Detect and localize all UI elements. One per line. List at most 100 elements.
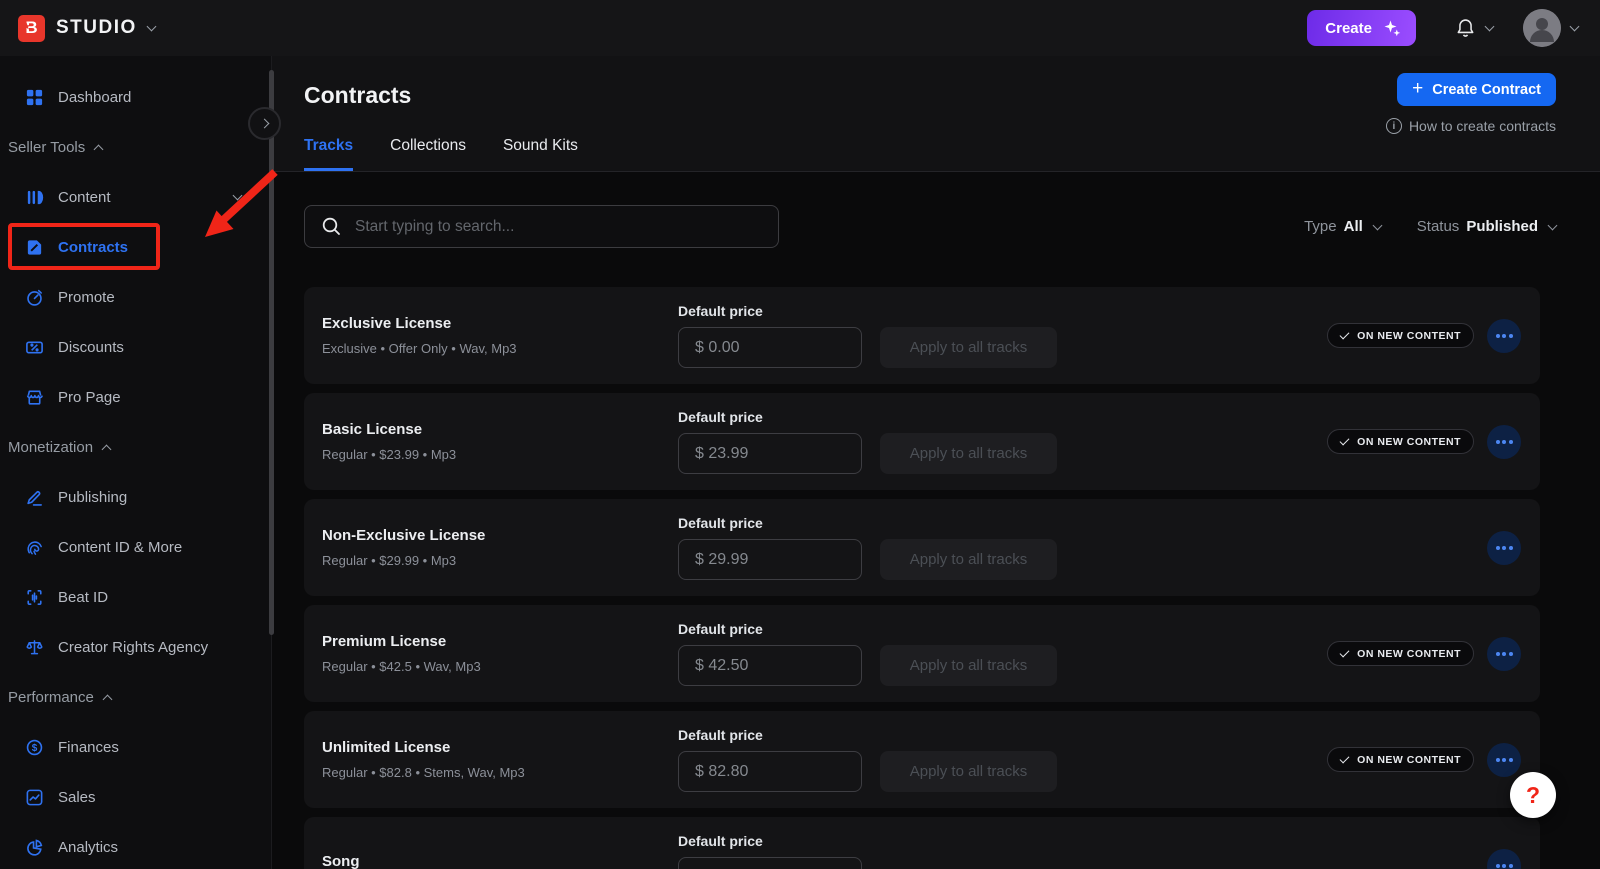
sidebar-item-label: Analytics <box>58 839 118 856</box>
chevron-down-icon <box>233 191 243 201</box>
tab-sound-kits[interactable]: Sound Kits <box>503 137 578 171</box>
account-menu[interactable] <box>1523 9 1578 47</box>
info-icon: i <box>1386 118 1402 134</box>
brand-name: STUDIO <box>56 17 137 39</box>
sidebar: Dashboard Seller Tools Content <box>0 56 272 869</box>
page-title: Contracts <box>304 82 411 109</box>
sidebar-section-performance[interactable]: Performance <box>0 672 271 722</box>
sidebar-item-label: Dashboard <box>58 89 131 106</box>
sidebar-item-discounts[interactable]: Discounts <box>0 322 271 372</box>
discounts-icon <box>24 337 45 358</box>
toolbar: Type All Status Published <box>304 205 1556 248</box>
default-price-input[interactable] <box>678 857 862 869</box>
search-icon <box>321 216 342 237</box>
apply-to-all-tracks-button[interactable]: Apply to all tracks <box>880 645 1057 686</box>
sidebar-item-analytics[interactable]: Analytics <box>0 822 271 869</box>
status-filter[interactable]: Status Published <box>1417 218 1556 235</box>
tab-tracks[interactable]: Tracks <box>304 137 353 171</box>
default-price-input[interactable] <box>678 751 862 792</box>
sidebar-item-creator-rights-agency[interactable]: Creator Rights Agency <box>0 622 271 672</box>
sidebar-item-pro-page[interactable]: Pro Page <box>0 372 271 422</box>
chevron-down-icon <box>146 22 156 32</box>
chevron-down-icon <box>1372 220 1382 230</box>
sidebar-section-seller-tools[interactable]: Seller Tools <box>0 122 271 172</box>
tab-collections[interactable]: Collections <box>390 137 466 171</box>
apply-to-all-tracks-button[interactable]: Apply to all tracks <box>880 327 1057 368</box>
sidebar-item-label: Beat ID <box>58 589 108 606</box>
chevron-down-icon <box>1548 220 1558 230</box>
sidebar-item-beat-id[interactable]: Beat ID <box>0 572 271 622</box>
sidebar-item-publishing[interactable]: Publishing <box>0 472 271 522</box>
row-menu-button[interactable] <box>1487 849 1521 869</box>
sidebar-item-promote[interactable]: Promote <box>0 272 271 322</box>
license-title: Unlimited License <box>322 739 678 756</box>
apply-to-all-tracks-button[interactable]: Apply to all tracks <box>880 751 1057 792</box>
sidebar-item-dashboard[interactable]: Dashboard <box>0 72 271 122</box>
sparkles-icon <box>1381 18 1402 39</box>
check-icon <box>1340 753 1350 763</box>
dots-icon <box>1496 334 1500 338</box>
sidebar-item-sales[interactable]: Sales <box>0 772 271 822</box>
default-price-label: Default price <box>678 515 1057 531</box>
header-actions: + Create Contract i How to create contra… <box>1386 73 1556 134</box>
default-price-input[interactable] <box>678 327 862 368</box>
row-menu-button[interactable] <box>1487 743 1521 777</box>
default-price-input[interactable] <box>678 645 862 686</box>
fingerprint-icon <box>24 537 45 558</box>
create-contract-button[interactable]: + Create Contract <box>1397 73 1556 106</box>
license-row: Non-Exclusive License Regular • $29.99 •… <box>304 499 1540 596</box>
star-icon: ★ <box>23 23 30 31</box>
search-input[interactable] <box>355 218 764 236</box>
sidebar-item-contracts[interactable]: Contracts <box>0 222 271 272</box>
sidebar-item-label: Pro Page <box>58 389 121 406</box>
license-subtitle: Regular • $23.99 • Mp3 <box>322 447 678 462</box>
license-title: Song <box>322 853 678 869</box>
license-row: Premium License Regular • $42.5 • Wav, M… <box>304 605 1540 702</box>
sidebar-section-monetization[interactable]: Monetization <box>0 422 271 472</box>
license-title: Basic License <box>322 421 678 438</box>
license-subtitle: Exclusive • Offer Only • Wav, Mp3 <box>322 341 678 356</box>
apply-to-all-tracks-button[interactable]: Apply to all tracks <box>880 433 1057 474</box>
sidebar-item-label: Creator Rights Agency <box>58 639 208 656</box>
license-subtitle: Regular • $82.8 • Stems, Wav, Mp3 <box>322 765 678 780</box>
dots-icon <box>1496 652 1500 656</box>
sales-chart-icon <box>24 787 45 808</box>
search-box <box>304 205 779 248</box>
check-icon <box>1340 647 1350 657</box>
notifications-menu[interactable] <box>1454 17 1493 40</box>
how-to-create-contracts-link[interactable]: i How to create contracts <box>1386 118 1556 134</box>
chevron-up-icon <box>102 694 112 704</box>
on-new-content-badge: ON NEW CONTENT <box>1327 747 1474 772</box>
help-button[interactable]: ? <box>1510 772 1556 818</box>
license-title: Non-Exclusive License <box>322 527 678 544</box>
scales-icon <box>24 637 45 658</box>
sidebar-item-content-id[interactable]: Content ID & More <box>0 522 271 572</box>
sidebar-item-content[interactable]: Content <box>0 172 271 222</box>
beatstars-logo: B ★ <box>18 15 45 42</box>
sidebar-collapse-button[interactable] <box>248 107 281 140</box>
dots-icon <box>1496 440 1500 444</box>
row-menu-button[interactable] <box>1487 637 1521 671</box>
row-menu-button[interactable] <box>1487 531 1521 565</box>
avatar <box>1523 9 1561 47</box>
promote-icon <box>24 287 45 308</box>
sidebar-item-label: Sales <box>58 789 96 806</box>
brand-menu[interactable]: B ★ STUDIO <box>18 15 155 42</box>
default-price-label: Default price <box>678 833 862 849</box>
sidebar-item-label: Publishing <box>58 489 127 506</box>
sidebar-scrollbar[interactable] <box>269 70 274 635</box>
dots-icon <box>1496 546 1500 550</box>
sidebar-item-finances[interactable]: $ Finances <box>0 722 271 772</box>
type-filter[interactable]: Type All <box>1304 218 1381 235</box>
dots-icon <box>1496 864 1500 868</box>
default-price-input[interactable] <box>678 539 862 580</box>
plus-icon: + <box>1412 79 1423 98</box>
row-menu-button[interactable] <box>1487 425 1521 459</box>
create-button[interactable]: Create <box>1307 10 1416 46</box>
row-menu-button[interactable] <box>1487 319 1521 353</box>
default-price-input[interactable] <box>678 433 862 474</box>
pie-chart-icon <box>24 837 45 858</box>
apply-to-all-tracks-button[interactable]: Apply to all tracks <box>880 539 1057 580</box>
check-icon <box>1340 329 1350 339</box>
license-title: Exclusive License <box>322 315 678 332</box>
